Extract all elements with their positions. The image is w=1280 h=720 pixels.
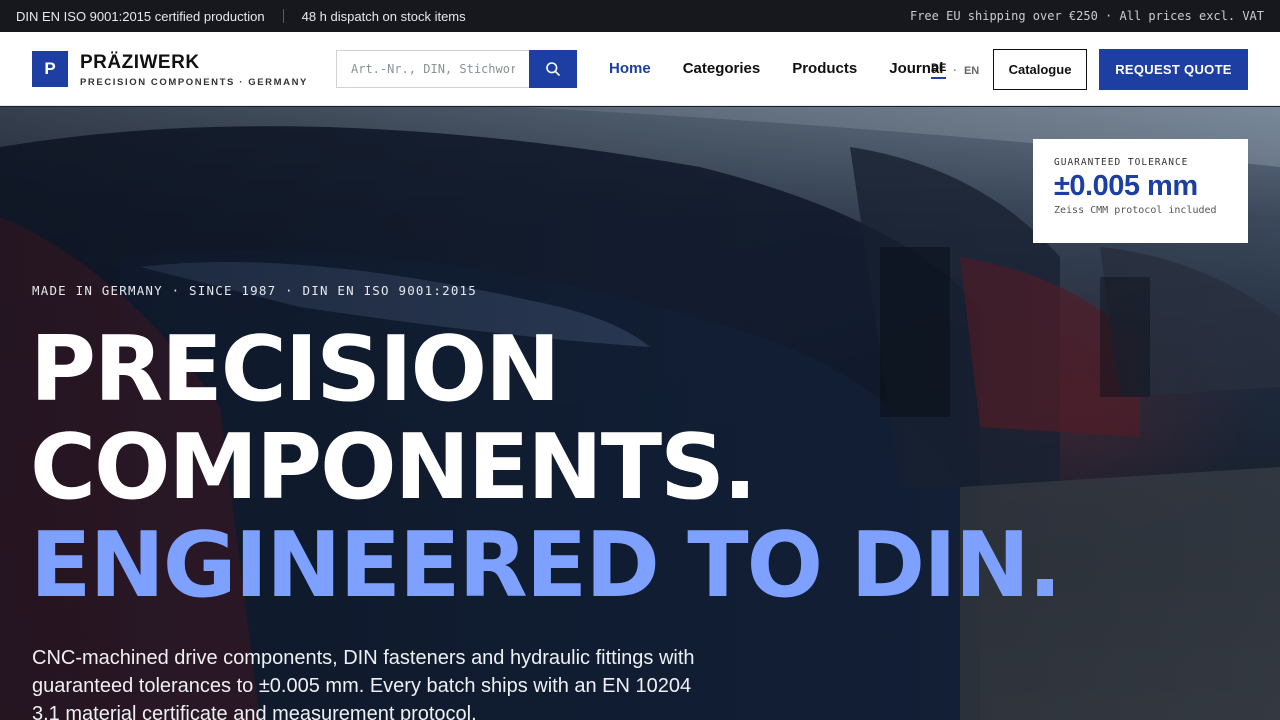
lang-separator: ·	[953, 64, 957, 77]
tolerance-note: Zeiss CMM protocol included	[1054, 205, 1217, 216]
search-button[interactable]	[529, 50, 577, 88]
headline-line-1: PRECISION	[30, 317, 560, 422]
tolerance-label: GUARANTEED TOLERANCE	[1054, 157, 1189, 168]
hero-headline: PRECISION COMPONENTS. ENGINEERED TO DIN.	[30, 317, 1062, 618]
search-bar	[336, 50, 577, 88]
site-header: P PRÄZIWERK PRECISION COMPONENTS · GERMA…	[0, 32, 1280, 106]
tolerance-value: ±0.005 mm	[1054, 170, 1198, 202]
lang-en[interactable]: EN	[964, 65, 979, 77]
request-quote-button[interactable]: REQUEST QUOTE	[1099, 49, 1248, 90]
nav-home[interactable]: Home	[609, 60, 651, 77]
divider	[282, 9, 284, 23]
shipping-text: Free EU shipping over €250 · All prices …	[909, 9, 1264, 23]
brand-name: PRÄZIWERK	[80, 52, 200, 73]
headline-line-2: COMPONENTS.	[30, 415, 757, 520]
catalogue-button[interactable]: Catalogue	[993, 49, 1087, 90]
nav-categories[interactable]: Categories	[683, 60, 761, 77]
hero-lead-text: CNC-machined drive components, DIN faste…	[32, 647, 695, 720]
brand[interactable]: PRÄZIWERK PRECISION COMPONENTS · GERMANY	[80, 52, 308, 88]
headline-line-3: ENGINEERED TO DIN.	[30, 513, 1062, 618]
tolerance-card: GUARANTEED TOLERANCE ±0.005 mm Zeiss CMM…	[1033, 139, 1248, 243]
brand-tagline: PRECISION COMPONENTS · GERMANY	[80, 77, 308, 88]
main-nav: Home Categories Products Journal	[609, 60, 975, 77]
language-switcher: DE · EN	[931, 62, 979, 79]
top-bar: DIN EN ISO 9001:2015 certified productio…	[0, 0, 1280, 32]
dispatch-text: 48 h dispatch on stock items	[301, 8, 466, 24]
hero-eyebrow: MADE IN GERMANY · SINCE 1987 · DIN EN IS…	[32, 283, 478, 298]
lang-de[interactable]: DE	[931, 62, 947, 79]
nav-products[interactable]: Products	[792, 60, 857, 77]
logo-mark[interactable]: P	[32, 51, 68, 87]
search-input[interactable]	[336, 50, 529, 88]
hero-section: GUARANTEED TOLERANCE ±0.005 mm Zeiss CMM…	[0, 107, 1280, 720]
search-icon	[546, 62, 560, 76]
certification-text: DIN EN ISO 9001:2015 certified productio…	[16, 8, 265, 24]
